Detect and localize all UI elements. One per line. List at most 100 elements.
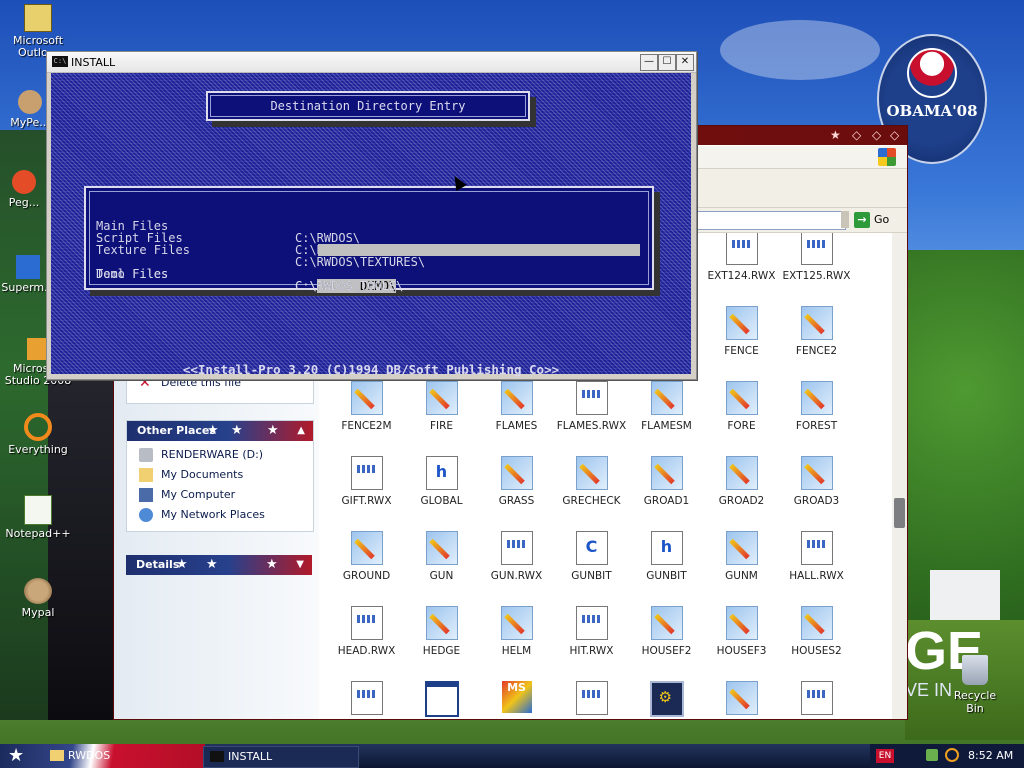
file-item[interactable]: GUN.RWX (479, 523, 554, 598)
bitmap-icon (800, 456, 833, 490)
file-item[interactable]: HUMAN.RWX (329, 673, 404, 719)
clock[interactable]: 8:52 AM (968, 749, 1013, 762)
file-item[interactable]: HALL.RWX (779, 523, 854, 598)
file-item[interactable]: EXT125.RWX (779, 233, 854, 298)
close-button[interactable]: ✕ (676, 54, 694, 71)
file-item[interactable]: GROUND (329, 523, 404, 598)
file-item[interactable]: MS INSTALL (479, 673, 554, 719)
file-item[interactable]: FLAMES.RWX (554, 373, 629, 448)
file-item[interactable]: GRASS (479, 448, 554, 523)
install-console-window[interactable]: C:\ INSTALL — ☐ ✕ Destination Directory … (46, 51, 697, 380)
file-item[interactable]: INSTALL.001 (554, 673, 629, 719)
file-item[interactable]: h GLOBAL (404, 448, 479, 523)
start-button[interactable]: ★ RWDOS (0, 744, 205, 768)
place-my-computer[interactable]: My Computer (127, 485, 313, 505)
file-item[interactable]: HOUSEF2 (629, 598, 704, 673)
file-item[interactable]: GROAD2 (704, 448, 779, 523)
taskbar-button-rwdos[interactable]: RWDOS (44, 746, 218, 766)
file-item[interactable]: HEDGE (404, 598, 479, 673)
bitmap-icon (425, 531, 458, 565)
vertical-scrollbar[interactable] (892, 233, 907, 719)
file-item[interactable]: KNIGHT1.RWX (779, 673, 854, 719)
file-item[interactable]: FLAMESM (629, 373, 704, 448)
file-item[interactable]: KITCHEN (704, 673, 779, 719)
file-item[interactable]: FOREST (779, 373, 854, 448)
file-item[interactable]: HEAD.RWX (329, 598, 404, 673)
other-places-header[interactable]: Other Places ★ ★ ★ ▲ (127, 421, 313, 441)
place-renderware-drive[interactable]: RENDERWARE (D:) (127, 445, 313, 465)
file-item[interactable]: h GUNBIT (629, 523, 704, 598)
network-icon (139, 508, 153, 522)
file-item[interactable]: FORE (704, 373, 779, 448)
collapse-chevron-icon[interactable]: ▲ (297, 421, 305, 441)
search-tray-icon[interactable] (945, 748, 959, 762)
file-item[interactable]: HOUSEF3 (704, 598, 779, 673)
file-item[interactable]: FLAMES (479, 373, 554, 448)
file-item[interactable]: GIFT.RWX (329, 448, 404, 523)
file-item[interactable]: GROAD1 (629, 448, 704, 523)
language-indicator[interactable]: EN (876, 749, 894, 763)
details-header[interactable]: Details ★ ★ ★ ▼ (126, 555, 312, 575)
file-item[interactable]: GRECHECK (554, 448, 629, 523)
file-item[interactable]: GUN (404, 523, 479, 598)
expand-chevron-icon[interactable]: ▼ (296, 555, 304, 575)
drive-icon (139, 448, 153, 462)
file-item[interactable]: INSTALL (404, 673, 479, 719)
document-icon (350, 606, 383, 640)
file-item[interactable]: FENCE2M (329, 373, 404, 448)
file-item[interactable]: EXT124.RWX (704, 233, 779, 298)
directory-value[interactable]: C:\RWDOS\TEXTURES\ (295, 256, 425, 268)
close-button[interactable]: ◇ (890, 128, 904, 142)
network-tray-icon[interactable] (926, 749, 938, 761)
desktop-icon-notepadpp[interactable]: Notepad++ (0, 495, 76, 540)
file-item[interactable]: HELM (479, 598, 554, 673)
bitmap-icon (725, 681, 758, 715)
document-icon (800, 233, 833, 265)
desktop-icon-mypal[interactable]: Mypal (0, 578, 76, 619)
place-my-documents[interactable]: My Documents (127, 465, 313, 485)
folder-icon (139, 468, 153, 482)
desktop-icon-recycle-bin[interactable]: Recycle Bin (945, 655, 1005, 715)
file-item[interactable]: FENCE2 (779, 298, 854, 373)
file-item[interactable]: C GUNBIT (554, 523, 629, 598)
directory-row[interactable]: Script Files C:\RWDOS\SCRIPTS\ (96, 220, 418, 256)
taskbar: ★ RWDOS INSTALL EN 8:52 AM (0, 744, 1024, 768)
file-item[interactable]: GROAD3 (779, 448, 854, 523)
directory-row-selected[interactable]: Demo Files C:\RWDOS\DEMO\ (96, 244, 646, 293)
address-dropdown[interactable] (841, 211, 849, 228)
obama-logo-icon (907, 48, 957, 98)
console-footer: <<Install-Pro 3.20 (C)1994 DB/Soft Publi… (182, 362, 560, 377)
file-name: HELM (501, 645, 532, 657)
file-item[interactable]: GUNM (704, 523, 779, 598)
directory-row[interactable]: Main Files C:\RWDOS\ (96, 208, 360, 244)
directory-row[interactable]: Tool Files C:\RWDOS\TOOLS\ (96, 256, 403, 292)
maximize-button[interactable]: ◇ (872, 128, 886, 142)
scrollbar-thumb[interactable] (894, 498, 905, 528)
minimize-button[interactable]: ◇ (852, 128, 866, 142)
minimize-button[interactable]: — (640, 54, 658, 71)
bitmap-icon (725, 381, 758, 415)
computer-icon (139, 488, 153, 502)
file-item[interactable]: FIRE (404, 373, 479, 448)
file-item[interactable]: HIT.RWX (554, 598, 629, 673)
go-button[interactable]: → Go (854, 211, 899, 228)
star-icon: ★ (206, 557, 218, 572)
file-name: GROAD2 (718, 495, 765, 507)
console-titlebar[interactable]: C:\ INSTALL — ☐ ✕ (47, 52, 696, 73)
console-screen[interactable]: Destination Directory Entry Main Files C… (51, 73, 691, 377)
directory-value[interactable]: C:\RWDOS\TOOLS\ (295, 280, 403, 292)
star-icon: ★ (830, 128, 841, 142)
windows-flag-icon (878, 148, 896, 166)
file-item[interactable]: HOUSES2 (779, 598, 854, 673)
bitmap-icon (575, 456, 608, 490)
maximize-button[interactable]: ☐ (658, 54, 676, 71)
address-input[interactable] (694, 211, 846, 230)
place-my-network[interactable]: My Network Places (127, 505, 313, 525)
file-item[interactable]: FENCE (704, 298, 779, 373)
bitmap-icon (350, 531, 383, 565)
desktop-icon-everything[interactable]: Everything (0, 413, 76, 456)
taskbar-button-install[interactable]: INSTALL (203, 746, 359, 768)
file-item[interactable]: KILL (629, 673, 704, 719)
directory-row[interactable]: Texture Files C:\RWDOS\TEXTURES\ (96, 232, 425, 268)
details-box: Details ★ ★ ★ ▼ (126, 555, 312, 575)
